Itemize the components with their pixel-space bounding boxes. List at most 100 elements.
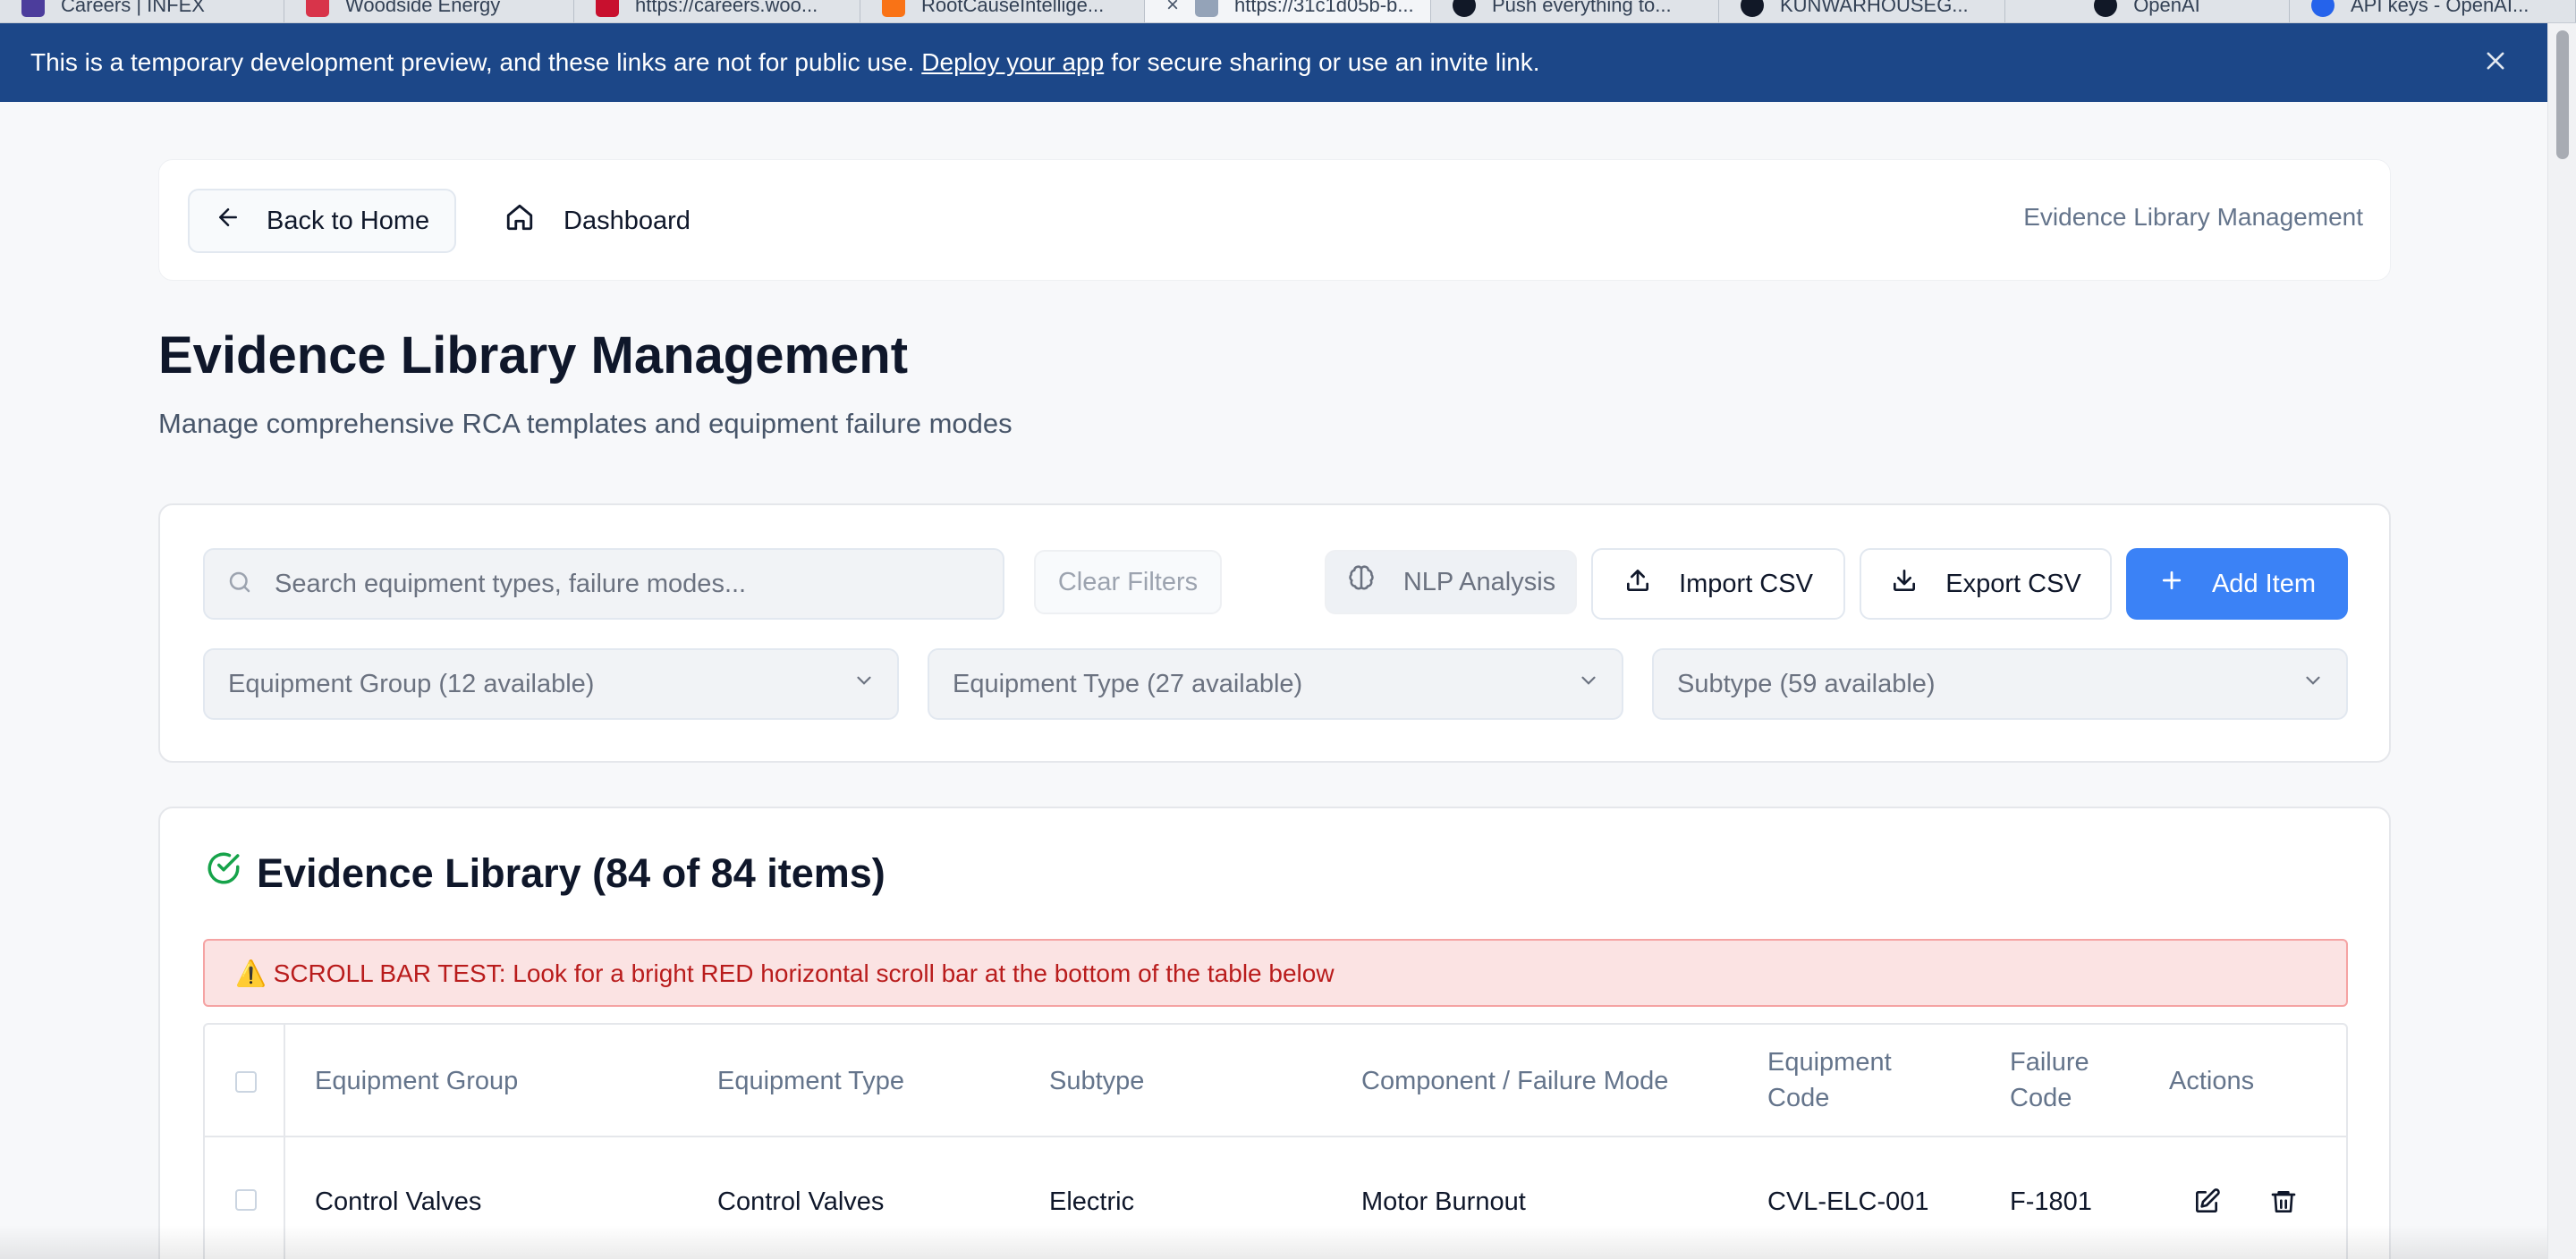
add-item-label: Add Item xyxy=(2211,569,2317,598)
header-line: Failure xyxy=(2010,1048,2089,1077)
tab-label: https://careers.woo... xyxy=(635,0,818,16)
tab-close-icon[interactable]: × xyxy=(1166,0,1179,18)
chevron-down-icon xyxy=(2301,669,2325,699)
edit-icon[interactable] xyxy=(2185,1180,2228,1223)
import-csv-label: Import CSV xyxy=(1679,569,1813,598)
header-line: Equipment xyxy=(1767,1048,1892,1077)
scroll-test-alert: ⚠️ SCROLL BAR TEST: Look for a bright RE… xyxy=(203,939,2348,1007)
library-heading: Evidence Library (84 of 84 items) xyxy=(205,849,886,897)
search-box[interactable] xyxy=(203,548,1004,620)
cell-subtype: Electric xyxy=(1049,1187,1135,1216)
equipment-type-value: Equipment Type (27 available) xyxy=(953,669,1303,698)
export-csv-button[interactable]: Export CSV xyxy=(1860,548,2112,620)
browser-tab[interactable]: API keys - OpenAI... xyxy=(2290,0,2576,22)
column-header-equipment-type[interactable]: Equipment Type xyxy=(717,1063,904,1099)
tab-label: Woodside Energy xyxy=(345,0,501,16)
column-header-equipment-code[interactable]: Equipment Code xyxy=(1767,1044,1892,1116)
browser-tab-active[interactable]: × https://31c1d05b-b... xyxy=(1145,0,1431,22)
browser-tab[interactable]: KUNWARHOUSEG... xyxy=(1719,0,2005,22)
subtype-value: Subtype (59 available) xyxy=(1677,669,1936,698)
trash-icon[interactable] xyxy=(2262,1180,2305,1223)
tab-favicon-icon xyxy=(2094,0,2118,17)
cell-equipment-code: CVL-ELC-001 xyxy=(1767,1187,1929,1216)
header-line: Code xyxy=(1767,1084,1830,1112)
column-header-actions: Actions xyxy=(2169,1067,2255,1095)
browser-tab[interactable]: OpenAI xyxy=(2005,0,2290,22)
library-title: Evidence Library (84 of 84 items) xyxy=(257,849,886,896)
back-to-home-button[interactable]: Back to Home xyxy=(188,189,456,253)
browser-tab[interactable]: RootCauseIntellige... xyxy=(860,0,1145,22)
tab-label: OpenAI xyxy=(2133,0,2200,16)
tab-favicon-icon xyxy=(306,0,329,17)
download-icon xyxy=(1890,566,1919,602)
deploy-app-link[interactable]: Deploy your app xyxy=(921,48,1104,77)
import-csv-button[interactable]: Import CSV xyxy=(1591,548,1845,620)
tab-label: Careers | INFEX xyxy=(61,0,205,16)
alert-text: ⚠️ SCROLL BAR TEST: Look for a bright RE… xyxy=(235,959,1335,987)
filter-panel: Clear Filters NLP Analysis Import CSV Ex… xyxy=(158,503,2391,763)
tab-favicon-icon xyxy=(596,0,619,17)
page-subtitle: Manage comprehensive RCA templates and e… xyxy=(158,408,1013,439)
tab-label: API keys - OpenAI... xyxy=(2351,0,2529,16)
vertical-scrollbar[interactable] xyxy=(2547,23,2576,1259)
upload-icon xyxy=(1623,566,1652,602)
search-input[interactable] xyxy=(275,569,972,599)
plus-icon xyxy=(2158,567,2185,601)
page-title: Evidence Library Management xyxy=(158,326,909,384)
browser-tab[interactable]: Push everything to... xyxy=(1431,0,1719,22)
export-csv-label: Export CSV xyxy=(1945,569,2081,598)
equipment-group-value: Equipment Group (12 available) xyxy=(228,669,595,698)
cell-equipment-type: Control Valves xyxy=(717,1187,885,1216)
breadcrumb-current: Evidence Library Management xyxy=(2023,203,2363,231)
close-icon[interactable] xyxy=(2478,45,2513,80)
row-checkbox[interactable] xyxy=(235,1189,257,1211)
clear-filters-label: Clear Filters xyxy=(1057,567,1199,596)
browser-tab-strip: Careers | INFEX Woodside Energy https://… xyxy=(0,0,2576,23)
tab-label: Push everything to... xyxy=(1492,0,1672,16)
chevron-down-icon xyxy=(852,669,876,699)
evidence-library-panel: Evidence Library (84 of 84 items) ⚠️ SCR… xyxy=(158,807,2391,1259)
nlp-analysis-label: NLP Analysis xyxy=(1402,567,1556,596)
cell-failure-code: F-1801 xyxy=(2010,1187,2092,1216)
tab-favicon-icon xyxy=(1453,0,1476,17)
brain-icon xyxy=(1346,563,1377,601)
arrow-left-icon xyxy=(215,204,242,238)
column-header-equipment-group[interactable]: Equipment Group xyxy=(315,1063,518,1099)
banner-text: This is a temporary development preview,… xyxy=(30,48,915,76)
column-header-subtype[interactable]: Subtype xyxy=(1049,1063,1144,1099)
check-circle-icon xyxy=(205,849,242,897)
browser-tab[interactable]: Careers | INFEX xyxy=(0,0,284,22)
equipment-type-select[interactable]: Equipment Type (27 available) xyxy=(928,648,1623,720)
dashboard-label: Dashboard xyxy=(564,206,691,235)
browser-tab[interactable]: Woodside Energy xyxy=(284,0,574,22)
scrollbar-thumb[interactable] xyxy=(2556,30,2569,159)
window-bottom-shadow xyxy=(0,1225,2547,1259)
browser-tab[interactable]: https://careers.woo... xyxy=(574,0,860,22)
equipment-group-select[interactable]: Equipment Group (12 available) xyxy=(203,648,899,720)
back-label: Back to Home xyxy=(267,206,430,235)
select-all-checkbox[interactable] xyxy=(235,1071,257,1093)
cell-equipment-group: Control Valves xyxy=(315,1187,482,1216)
add-item-button[interactable]: Add Item xyxy=(2126,548,2348,620)
column-header-failure-code[interactable]: Failure Code xyxy=(2010,1044,2089,1116)
tab-favicon-icon xyxy=(21,0,45,17)
subtype-select[interactable]: Subtype (59 available) xyxy=(1652,648,2348,720)
dashboard-link[interactable]: Dashboard xyxy=(504,189,691,253)
preview-banner: This is a temporary development preview,… xyxy=(0,23,2547,102)
clear-filters-button[interactable]: Clear Filters xyxy=(1034,550,1222,614)
tab-label: KUNWARHOUSEG... xyxy=(1780,0,1969,16)
tab-favicon-icon xyxy=(882,0,905,17)
column-header-component[interactable]: Component / Failure Mode xyxy=(1361,1063,1668,1099)
tab-label: RootCauseIntellige... xyxy=(921,0,1105,16)
checkbox-column xyxy=(205,1025,285,1259)
tab-favicon-icon xyxy=(2311,0,2334,17)
banner-text-after: for secure sharing or use an invite link… xyxy=(1111,48,1540,76)
top-nav: Back to Home Dashboard Evidence Library … xyxy=(158,159,2391,281)
tab-favicon-icon xyxy=(1741,0,1764,17)
header-line: Code xyxy=(2010,1084,2072,1112)
nlp-analysis-button[interactable]: NLP Analysis xyxy=(1325,550,1577,614)
evidence-table: Equipment Group Equipment Type Subtype C… xyxy=(203,1023,2348,1259)
cell-component: Motor Burnout xyxy=(1361,1187,1526,1216)
chevron-down-icon xyxy=(1577,669,1600,699)
search-icon xyxy=(226,569,253,600)
